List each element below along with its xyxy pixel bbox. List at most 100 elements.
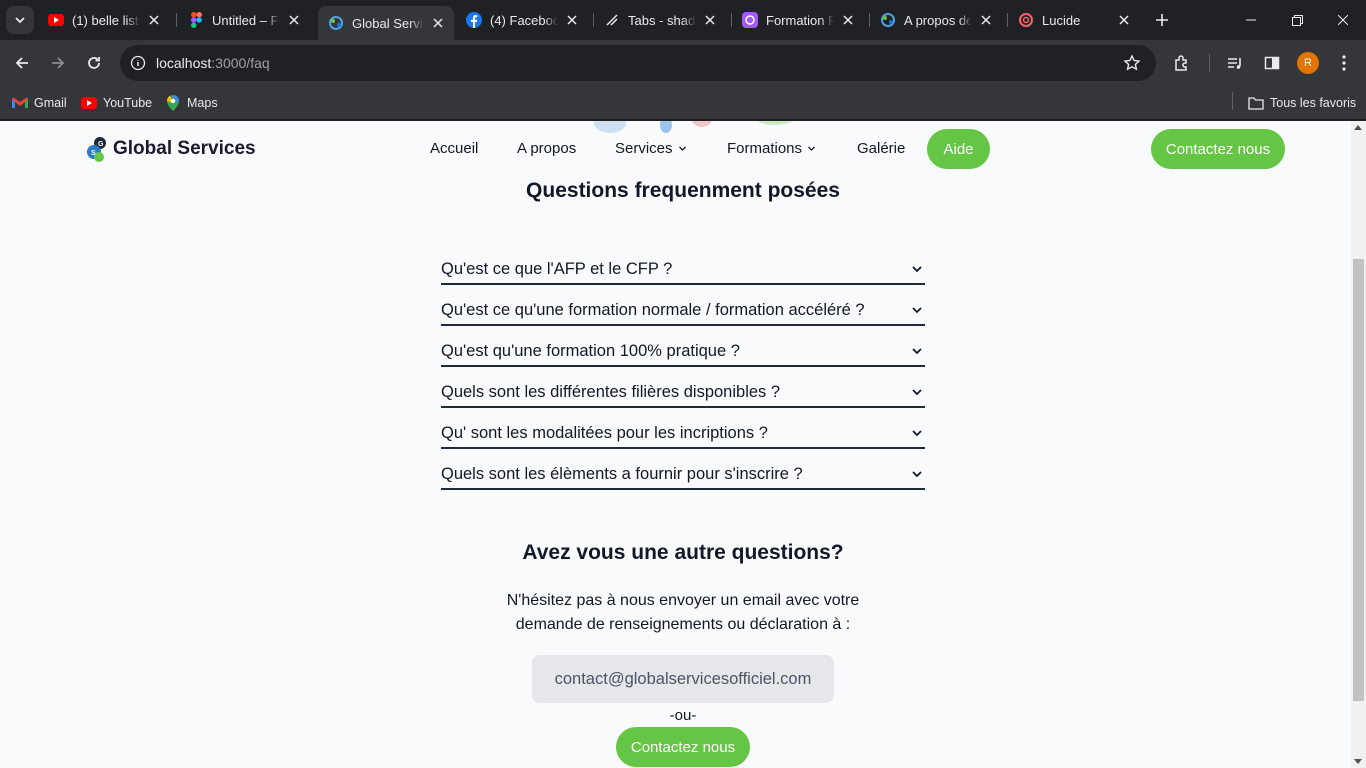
tab-title: (1) belle liste xyxy=(72,12,140,28)
chevron-down-icon xyxy=(909,261,925,277)
bookmarks-bar: Gmail YouTube Maps Tous les favoris xyxy=(0,86,1366,120)
brand-name: Global Services xyxy=(113,138,256,159)
close-icon[interactable] xyxy=(146,12,162,28)
nav-link-home[interactable]: Accueil xyxy=(430,140,478,157)
scrollbar-thumb[interactable] xyxy=(1353,259,1364,701)
extensions-icon[interactable] xyxy=(1170,51,1194,75)
faq-title: Questions frequenment posées xyxy=(526,179,840,202)
back-button[interactable] xyxy=(6,47,38,79)
tab-title: A propos de xyxy=(904,12,972,28)
bookmark-label: Maps xyxy=(187,96,218,110)
profile-avatar[interactable]: R xyxy=(1297,52,1319,74)
scroll-up-arrow-icon[interactable] xyxy=(1354,125,1362,130)
close-icon[interactable] xyxy=(564,12,580,28)
nav-dropdown-trainings[interactable]: Formations xyxy=(727,140,816,157)
faq-item[interactable]: Quels sont les élèments a fournir pour s… xyxy=(441,449,925,490)
close-window-button[interactable] xyxy=(1320,0,1366,40)
close-icon[interactable] xyxy=(1116,12,1132,28)
arrow-left-icon xyxy=(15,57,28,69)
shadcn-icon xyxy=(604,12,620,28)
brand-logo[interactable]: G S Global Services xyxy=(85,135,256,163)
reload-icon xyxy=(88,57,100,69)
global-services-icon xyxy=(328,15,344,31)
close-icon[interactable] xyxy=(702,12,718,28)
browser-tab-active[interactable]: Global Services xyxy=(318,6,454,40)
maps-icon xyxy=(165,95,181,111)
all-bookmarks[interactable]: Tous les favoris xyxy=(1248,92,1356,114)
faq-item[interactable]: Quels sont les différentes filières disp… xyxy=(441,367,925,408)
tab-title: Global Services xyxy=(352,15,424,31)
bookmark-star-icon[interactable] xyxy=(1122,53,1142,73)
chevron-down-icon xyxy=(15,17,25,24)
other-questions-text: N'hésitez pas à nous envoyer un email av… xyxy=(483,589,883,637)
faq-question: Quels sont les élèments a fournir pour s… xyxy=(441,465,803,483)
gmail-icon xyxy=(12,95,28,111)
svg-text:G: G xyxy=(98,141,104,148)
lucide-icon xyxy=(1018,12,1034,28)
url-text: localhost:3000/faq xyxy=(156,55,270,71)
faq-item[interactable]: Qu'est qu'une formation 100% pratique ? xyxy=(441,326,925,367)
browser-tab[interactable]: Untitled – Figma xyxy=(180,0,308,40)
minimize-button[interactable] xyxy=(1228,0,1274,40)
bookmark-label: YouTube xyxy=(103,96,153,110)
new-tab-button[interactable] xyxy=(1148,6,1176,34)
faq-item[interactable]: Qu'est ce qu'une formation normale / for… xyxy=(441,285,925,326)
address-bar[interactable]: localhost:3000/faq xyxy=(120,45,1156,81)
nav-services-label: Services xyxy=(615,140,673,157)
youtube-icon xyxy=(81,95,97,111)
minimize-icon xyxy=(1246,19,1256,21)
tab-strip: (1) belle liste Untitled – Figma Global … xyxy=(0,0,1366,40)
nav-dropdown-services[interactable]: Services xyxy=(615,140,687,157)
nav-link-help-active[interactable]: Aide xyxy=(927,129,990,169)
site-info-icon[interactable] xyxy=(130,55,146,71)
media-control-icon[interactable] xyxy=(1223,51,1247,75)
faq-item[interactable]: Qu' sont les modalitées pour les incript… xyxy=(441,408,925,449)
close-icon[interactable] xyxy=(430,15,446,31)
tab-title: (4) Facebook xyxy=(490,12,558,28)
tab-search-button[interactable] xyxy=(6,6,34,34)
browser-tab[interactable]: Tabs - shadcn xyxy=(596,0,724,40)
browser-tab[interactable]: A propos de xyxy=(872,0,1000,40)
chevron-down-icon xyxy=(807,144,816,153)
bookmark-youtube[interactable]: YouTube xyxy=(81,92,152,114)
global-services-icon xyxy=(880,12,896,28)
nav-link-gallery[interactable]: Galérie xyxy=(857,140,905,157)
formation-icon xyxy=(742,12,758,28)
browser-tab[interactable]: Formation Pro xyxy=(734,0,862,40)
page-scrollbar[interactable] xyxy=(1351,121,1366,768)
contact-email[interactable]: contact@globalservicesofficiel.com xyxy=(532,655,834,703)
scroll-down-arrow-icon[interactable] xyxy=(1354,759,1362,764)
all-bookmarks-label: Tous les favoris xyxy=(1270,96,1357,110)
close-icon xyxy=(1338,15,1348,25)
faq-item[interactable]: Qu'est ce que l'AFP et le CFP ? xyxy=(441,244,925,285)
faq-question: Qu'est ce qu'une formation normale / for… xyxy=(441,301,865,319)
bookmark-gmail[interactable]: Gmail xyxy=(12,92,67,114)
menu-dots-icon[interactable] xyxy=(1332,51,1356,75)
close-icon[interactable] xyxy=(840,12,856,28)
bookmark-maps[interactable]: Maps xyxy=(165,92,218,114)
side-panel-icon[interactable] xyxy=(1260,51,1284,75)
contact-us-bottom-button[interactable]: Contactez nous xyxy=(616,727,750,767)
forward-button[interactable] xyxy=(42,47,74,79)
close-icon[interactable] xyxy=(978,12,994,28)
arrow-right-icon xyxy=(52,57,65,69)
restore-button[interactable] xyxy=(1274,0,1320,40)
svg-text:S: S xyxy=(91,150,96,157)
other-questions-line2: demande de renseignements ou déclaration… xyxy=(515,616,851,633)
browser-tab[interactable]: Lucide xyxy=(1010,0,1138,40)
figma-icon xyxy=(188,12,204,28)
browser-tab[interactable]: (1) belle liste xyxy=(40,0,168,40)
bookmark-label: Gmail xyxy=(34,96,67,110)
nav-link-about[interactable]: A propos xyxy=(517,140,576,157)
folder-icon xyxy=(1248,95,1264,111)
tab-title: Lucide xyxy=(1042,12,1081,28)
chevron-down-icon xyxy=(909,302,925,318)
chevron-down-icon xyxy=(909,425,925,441)
chevron-down-icon xyxy=(678,144,687,153)
plus-icon xyxy=(1156,14,1168,26)
browser-tab[interactable]: (4) Facebook xyxy=(458,0,586,40)
restore-icon xyxy=(1291,14,1303,26)
contact-us-button[interactable]: Contactez nous xyxy=(1151,129,1285,169)
reload-button[interactable] xyxy=(78,47,110,79)
close-icon[interactable] xyxy=(286,12,302,28)
